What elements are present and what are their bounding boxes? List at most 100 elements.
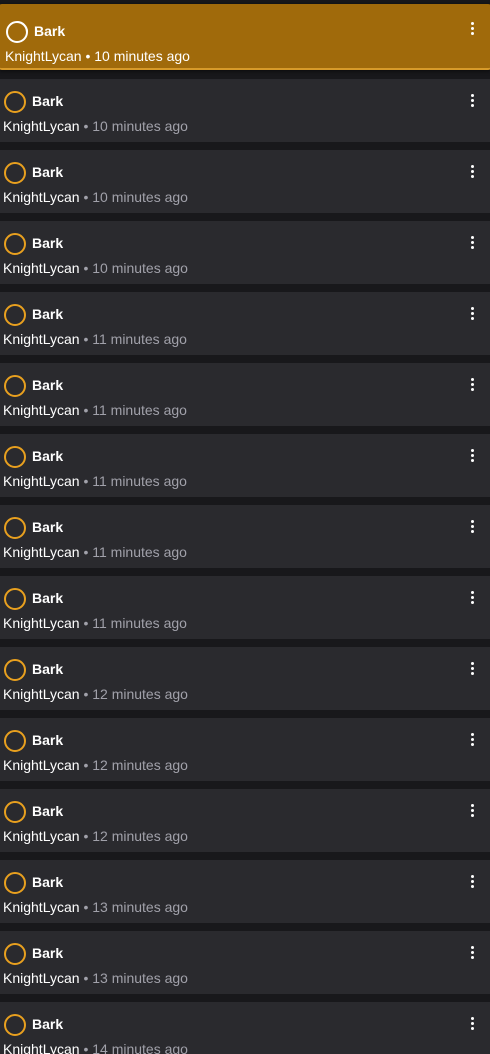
item-separator: • <box>83 615 89 631</box>
item-author: KnightLycan <box>3 118 80 134</box>
item-separator: • <box>83 828 89 844</box>
item-author: KnightLycan <box>3 331 80 347</box>
list-item[interactable]: Bark KnightLycan • 14 minutes ago <box>0 1002 490 1054</box>
item-author: KnightLycan <box>3 189 80 205</box>
item-author: KnightLycan <box>3 686 80 702</box>
loading-spinner-icon <box>4 162 26 184</box>
list-item[interactable]: Bark KnightLycan • 11 minutes ago <box>0 505 490 568</box>
more-options-icon[interactable] <box>466 91 478 109</box>
item-title: Bark <box>32 1016 64 1032</box>
loading-spinner-icon <box>4 801 26 823</box>
loading-spinner-icon <box>4 588 26 610</box>
more-options-icon[interactable] <box>466 730 478 748</box>
loading-spinner-icon <box>4 730 26 752</box>
item-title: Bark <box>34 23 66 39</box>
item-meta: KnightLycan • 11 minutes ago <box>3 402 187 418</box>
loading-spinner-icon <box>4 943 26 965</box>
loading-spinner-icon <box>4 872 26 894</box>
item-separator: • <box>83 899 89 915</box>
item-meta: KnightLycan • 13 minutes ago <box>3 899 188 915</box>
list-item[interactable]: Bark KnightLycan • 11 minutes ago <box>0 363 490 426</box>
item-title: Bark <box>32 874 64 890</box>
item-separator: • <box>83 473 89 489</box>
list-item[interactable]: Bark KnightLycan • 10 minutes ago <box>0 79 490 142</box>
item-author: KnightLycan <box>3 615 80 631</box>
item-meta: KnightLycan • 10 minutes ago <box>3 189 188 205</box>
item-separator: • <box>83 757 89 773</box>
item-meta: KnightLycan • 12 minutes ago <box>3 757 188 773</box>
item-author: KnightLycan <box>3 473 80 489</box>
item-title: Bark <box>32 732 64 748</box>
more-options-icon[interactable] <box>466 1014 478 1032</box>
list-item[interactable]: Bark KnightLycan • 11 minutes ago <box>0 576 490 639</box>
item-author: KnightLycan <box>3 260 80 276</box>
item-time: 11 minutes ago <box>92 473 187 489</box>
item-time: 11 minutes ago <box>92 331 187 347</box>
item-time: 13 minutes ago <box>92 970 188 986</box>
item-meta: KnightLycan • 11 minutes ago <box>3 473 187 489</box>
notification-list: Bark KnightLycan • 10 minutes ago Bark K… <box>0 0 490 1054</box>
list-item[interactable]: Bark KnightLycan • 12 minutes ago <box>0 789 490 852</box>
item-author: KnightLycan <box>5 48 82 64</box>
item-meta: KnightLycan • 11 minutes ago <box>3 544 187 560</box>
loading-spinner-icon <box>4 375 26 397</box>
more-options-icon[interactable] <box>466 446 478 464</box>
item-meta: KnightLycan • 12 minutes ago <box>3 828 188 844</box>
more-options-icon[interactable] <box>466 233 478 251</box>
item-title: Bark <box>32 803 64 819</box>
item-author: KnightLycan <box>3 544 80 560</box>
item-time: 11 minutes ago <box>92 544 187 560</box>
item-separator: • <box>83 118 89 134</box>
item-separator: • <box>83 331 89 347</box>
item-title: Bark <box>32 448 64 464</box>
more-options-icon[interactable] <box>466 19 478 37</box>
item-author: KnightLycan <box>3 402 80 418</box>
more-options-icon[interactable] <box>466 517 478 535</box>
list-item[interactable]: Bark KnightLycan • 10 minutes ago <box>0 221 490 284</box>
list-item[interactable]: Bark KnightLycan • 12 minutes ago <box>0 647 490 710</box>
more-options-icon[interactable] <box>466 872 478 890</box>
more-options-icon[interactable] <box>466 801 478 819</box>
item-title: Bark <box>32 519 64 535</box>
item-title: Bark <box>32 661 64 677</box>
item-title: Bark <box>32 306 64 322</box>
list-item[interactable]: Bark KnightLycan • 11 minutes ago <box>0 434 490 497</box>
loading-spinner-icon <box>4 1014 26 1036</box>
item-time: 14 minutes ago <box>92 1041 188 1054</box>
item-time: 10 minutes ago <box>92 118 188 134</box>
more-options-icon[interactable] <box>466 659 478 677</box>
item-meta: KnightLycan • 10 minutes ago <box>3 118 188 134</box>
item-time: 13 minutes ago <box>92 899 188 915</box>
item-meta: KnightLycan • 11 minutes ago <box>3 615 187 631</box>
loading-spinner-icon <box>4 91 26 113</box>
item-time: 12 minutes ago <box>92 686 188 702</box>
loading-spinner-icon <box>4 446 26 468</box>
list-item[interactable]: Bark KnightLycan • 13 minutes ago <box>0 860 490 923</box>
item-time: 10 minutes ago <box>94 48 190 64</box>
item-author: KnightLycan <box>3 899 80 915</box>
list-item[interactable]: Bark KnightLycan • 10 minutes ago <box>0 4 490 70</box>
item-author: KnightLycan <box>3 828 80 844</box>
item-separator: • <box>83 189 89 205</box>
more-options-icon[interactable] <box>466 304 478 322</box>
more-options-icon[interactable] <box>466 162 478 180</box>
list-item[interactable]: Bark KnightLycan • 12 minutes ago <box>0 718 490 781</box>
list-item[interactable]: Bark KnightLycan • 11 minutes ago <box>0 292 490 355</box>
more-options-icon[interactable] <box>466 943 478 961</box>
item-author: KnightLycan <box>3 970 80 986</box>
item-separator: • <box>83 544 89 560</box>
more-options-icon[interactable] <box>466 375 478 393</box>
list-item[interactable]: Bark KnightLycan • 10 minutes ago <box>0 150 490 213</box>
item-title: Bark <box>32 377 64 393</box>
more-options-icon[interactable] <box>466 588 478 606</box>
item-meta: KnightLycan • 10 minutes ago <box>5 48 190 64</box>
item-separator: • <box>83 402 89 418</box>
item-time: 10 minutes ago <box>92 260 188 276</box>
item-time: 12 minutes ago <box>92 757 188 773</box>
item-title: Bark <box>32 235 64 251</box>
item-separator: • <box>83 1041 89 1054</box>
item-meta: KnightLycan • 11 minutes ago <box>3 331 187 347</box>
item-separator: • <box>83 686 89 702</box>
list-item[interactable]: Bark KnightLycan • 13 minutes ago <box>0 931 490 994</box>
item-meta: KnightLycan • 14 minutes ago <box>3 1041 188 1054</box>
